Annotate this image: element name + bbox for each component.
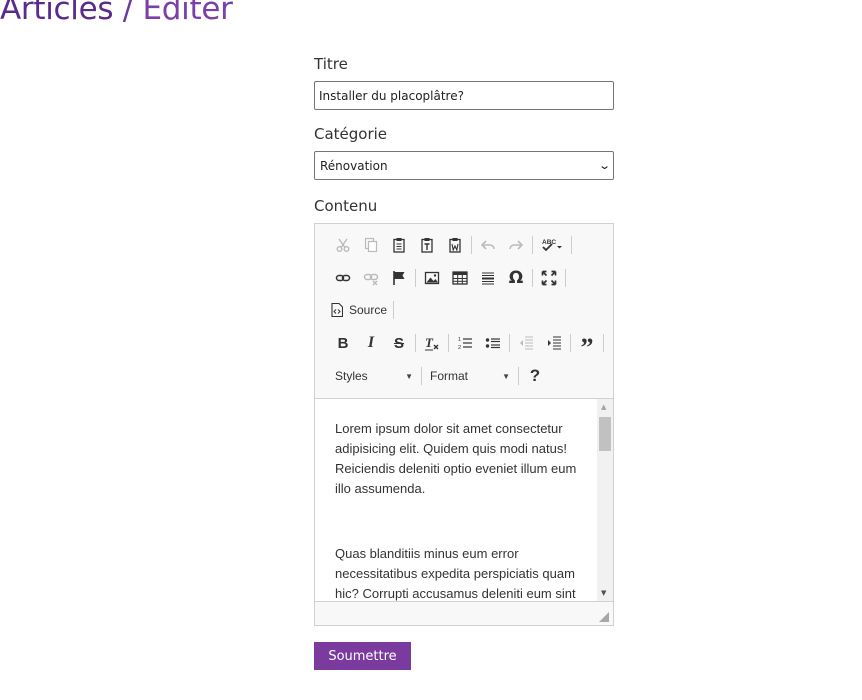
toolbar-separator [448,334,449,352]
blockquote-icon[interactable]: ” [573,325,601,361]
bold-icon[interactable]: B [329,330,357,356]
scrollbar-thumb[interactable] [599,417,611,451]
breadcrumb-editer: Editer [142,0,233,27]
category-label: Catégorie [314,125,388,143]
italic-icon[interactable]: I [357,330,385,356]
content-label: Contenu [314,197,378,215]
scroll-up-icon[interactable]: ▲ [601,403,606,411]
category-select[interactable]: Rénovation ⌄ [314,151,614,180]
toolbar-separator [518,367,519,385]
content-paragraph: Quas blanditiis minus eum error necessit… [335,546,576,601]
toolbar-separator [415,334,416,352]
toolbar-row-document: Source [329,297,396,323]
bulleted-list-icon[interactable] [479,330,507,356]
source-button[interactable]: Source [329,297,391,323]
horizontal-rule-icon[interactable] [474,265,502,291]
svg-text:ABC: ABC [542,239,556,246]
rich-text-editor: ABC Ω Source B I S T 1 2 ” Styles ▼ Form… [314,223,614,626]
styles-dropdown[interactable]: Styles ▼ [329,363,419,389]
table-icon[interactable] [446,265,474,291]
toolbar-row-insert: Ω [329,265,568,291]
toolbar-separator [509,334,510,352]
toolbar-separator [532,236,533,254]
toolbar-separator [393,301,395,319]
paste-word-icon[interactable] [441,232,469,258]
toolbar-row-clipboard: ABC [329,232,574,258]
source-label: Source [349,303,388,317]
page-title: Articles / Editer [0,0,233,27]
editor-text: Lorem ipsum dolor sit amet consectetur a… [335,419,580,601]
format-dropdown[interactable]: Format ▼ [424,363,516,389]
toolbar-separator [471,236,472,254]
breadcrumb-separator: / [122,0,133,27]
image-icon[interactable] [418,265,446,291]
anchor-flag-icon[interactable] [385,265,413,291]
svg-text:1: 1 [458,337,461,343]
copy-icon[interactable] [357,232,385,258]
undo-icon[interactable] [474,232,502,258]
cut-icon[interactable] [329,232,357,258]
toolbar-row-basicstyles: B I S T 12 ” [329,330,606,361]
caret-down-icon: ▼ [405,371,413,381]
remove-format-icon[interactable]: T [418,330,446,356]
svg-text:2: 2 [458,345,461,351]
unlink-icon[interactable] [357,265,385,291]
strikethrough-icon[interactable]: S [385,330,413,356]
redo-icon[interactable] [502,232,530,258]
caret-down-icon: ▼ [502,371,510,381]
resize-handle-icon[interactable] [599,612,609,622]
source-icon [331,303,343,317]
toolbar-row-styles: Styles ▼ Format ▼ ? [329,363,549,389]
submit-button[interactable]: Soumettre [314,642,411,670]
scroll-down-icon[interactable]: ▼ [601,589,606,597]
toolbar-separator [421,367,422,385]
breadcrumb-articles: Articles [0,0,114,27]
indent-icon[interactable] [540,330,568,356]
toolbar-separator [415,269,416,287]
spellcheck-icon[interactable]: ABC [535,232,569,258]
special-char-icon[interactable]: Ω [502,265,530,291]
toolbar-separator [603,334,604,352]
toolbar-separator [565,269,566,287]
editor-content-area[interactable]: Lorem ipsum dolor sit amet consectetur a… [315,398,613,602]
chevron-down-icon: ⌄ [597,159,611,172]
title-label: Titre [314,55,348,73]
paste-text-icon[interactable] [413,232,441,258]
format-label: Format [430,369,469,383]
svg-text:T: T [425,335,434,350]
styles-label: Styles [335,369,368,383]
toolbar-separator [571,236,572,254]
outdent-icon[interactable] [512,330,540,356]
editor-toolbar: ABC Ω Source B I S T 1 2 ” Styles ▼ Form… [315,224,613,398]
article-form: Titre Catégorie Rénovation ⌄ Contenu [314,54,614,216]
editor-scrollbar[interactable]: ▲ ▼ [597,399,613,601]
category-selected-value: Rénovation [320,158,388,173]
toolbar-separator [570,334,571,352]
toolbar-separator [532,269,533,287]
link-icon[interactable] [329,265,357,291]
help-icon[interactable]: ? [521,363,549,389]
title-input[interactable] [314,81,614,110]
paste-icon[interactable] [385,232,413,258]
numbered-list-icon[interactable]: 12 [451,330,479,356]
content-paragraph: Lorem ipsum dolor sit amet consectetur a… [335,421,577,496]
maximize-icon[interactable] [535,265,563,291]
